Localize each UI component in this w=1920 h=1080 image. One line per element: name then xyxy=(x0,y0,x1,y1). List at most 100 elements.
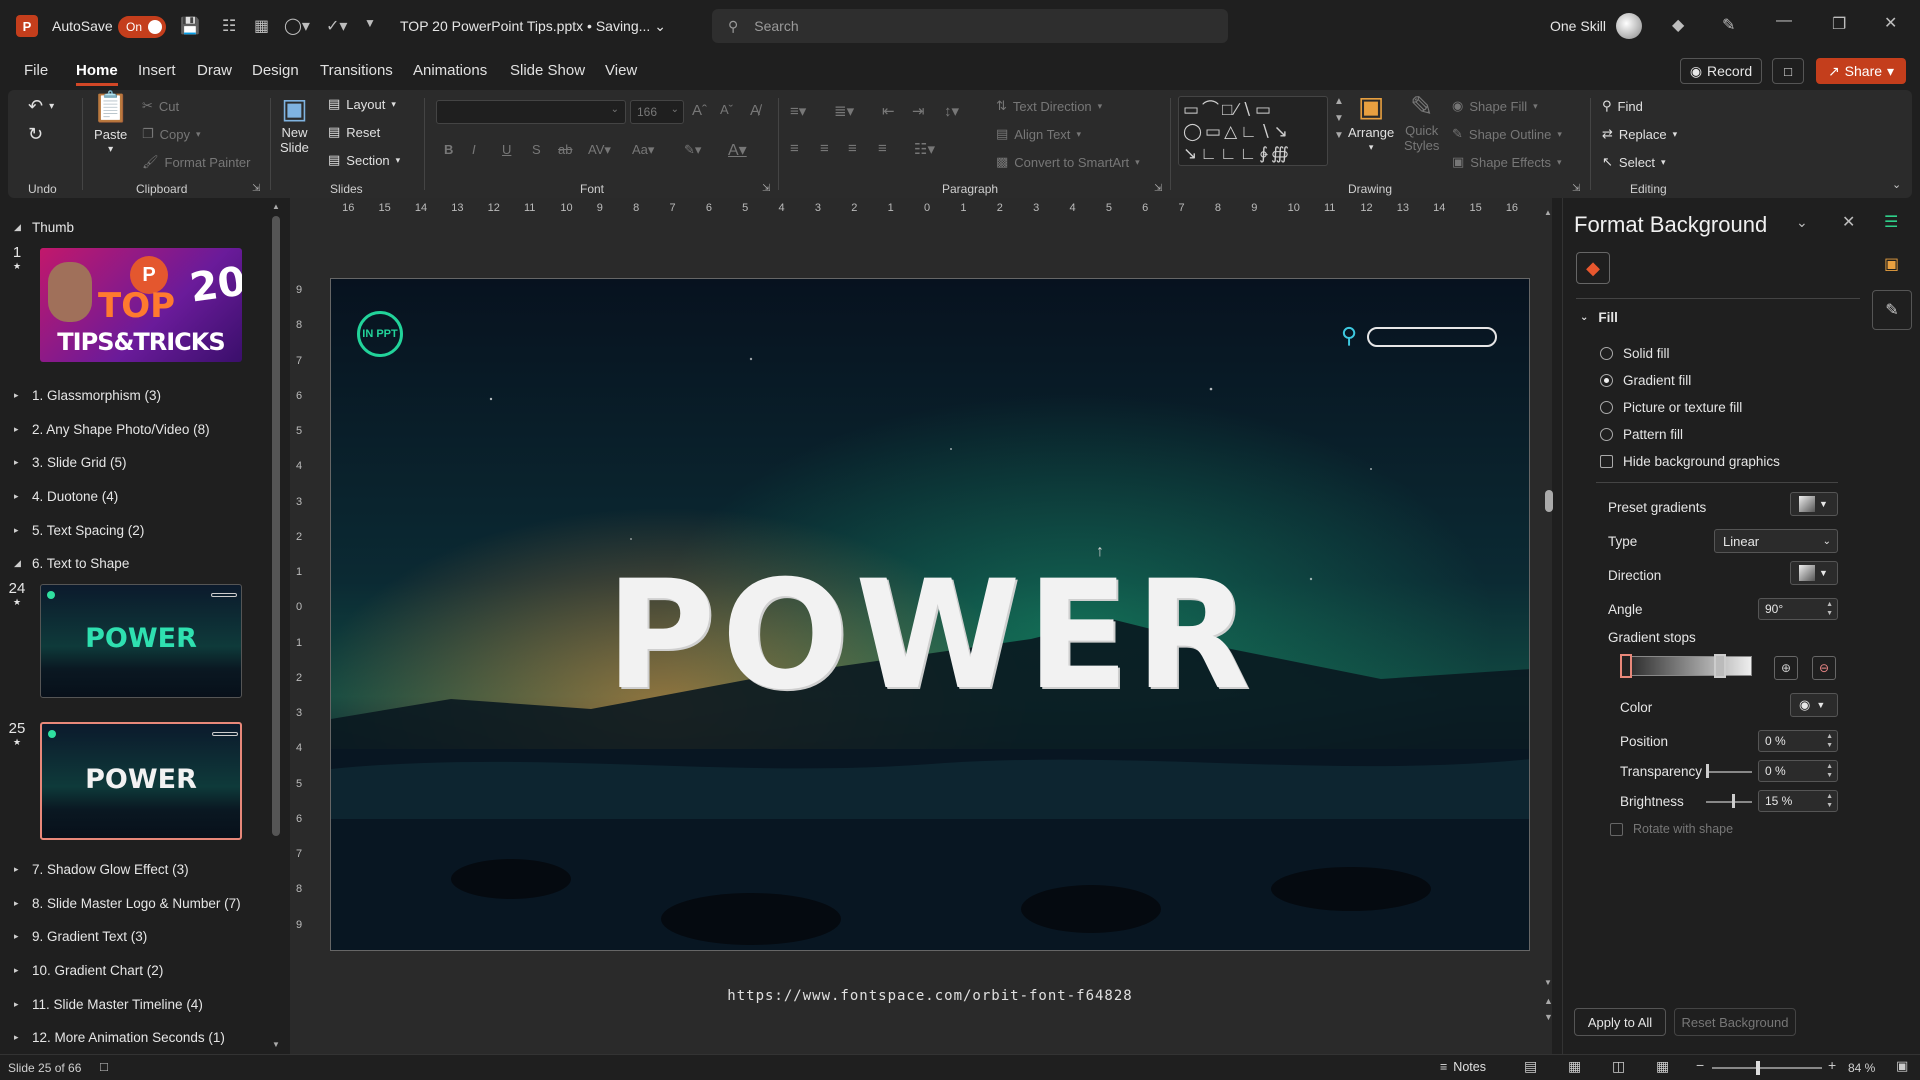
avatar[interactable] xyxy=(1616,13,1642,39)
shadow-icon[interactable]: S xyxy=(532,142,541,157)
reset-background-button[interactable]: Reset Background xyxy=(1674,1008,1796,1036)
add-gradient-stop-icon[interactable]: ⊕ xyxy=(1774,656,1798,680)
section-item-6[interactable]: ◢ 6. Text to Shape xyxy=(14,556,129,571)
spinner-arrows-icon[interactable]: ▲ ▼ xyxy=(1826,762,1833,780)
tab-file[interactable]: File xyxy=(24,62,48,79)
tab-animations[interactable]: Animations xyxy=(413,62,487,79)
section-item-8[interactable]: ▸ 8. Slide Master Logo & Number (7) xyxy=(14,896,241,911)
customize-qat-icon[interactable]: ▼ xyxy=(364,16,376,30)
search-input[interactable]: ⚲ Search xyxy=(712,9,1228,43)
scroll-up-icon[interactable]: ▲ xyxy=(1544,208,1552,217)
direction-dropdown[interactable]: ▼ xyxy=(1790,561,1838,585)
diamond-icon[interactable]: ◆ xyxy=(1672,15,1684,35)
share-button[interactable]: ↗ Share ▾ xyxy=(1816,58,1906,84)
section-item-9[interactable]: ▸ 9. Gradient Text (3) xyxy=(14,929,147,944)
section-item-11[interactable]: ▸ 11. Slide Master Timeline (4) xyxy=(14,997,203,1012)
arrange-button[interactable]: ▣ Arrange ▾ xyxy=(1348,90,1394,153)
highlight-icon[interactable]: ✎▾ xyxy=(684,142,701,158)
dialog-launcher-icon[interactable]: ⇲ xyxy=(1154,183,1162,194)
select-button[interactable]: ↖ Select ▾ xyxy=(1602,154,1666,170)
brightness-slider-handle[interactable] xyxy=(1732,794,1735,808)
format-painter-button[interactable]: 🖌 Format Painter xyxy=(142,154,251,170)
scrollbar-thumb[interactable] xyxy=(1545,490,1553,512)
canvas-scrollbar[interactable]: ▲ ▼ ▲ ▼ xyxy=(1544,206,1554,1036)
zoom-out-icon[interactable]: − xyxy=(1696,1057,1704,1073)
transparency-slider[interactable] xyxy=(1706,771,1752,773)
font-color-icon[interactable]: A▾ xyxy=(728,140,747,160)
comments-button[interactable]: □ xyxy=(1772,58,1804,84)
section-item-4[interactable]: ▸ 4. Duotone (4) xyxy=(14,489,118,504)
radio-button[interactable] xyxy=(1600,374,1613,387)
reset-button[interactable]: ▤ Reset xyxy=(328,124,380,140)
gradient-type-dropdown[interactable]: Linear ⌄ xyxy=(1714,529,1838,553)
tab-slide-show[interactable]: Slide Show xyxy=(510,62,585,79)
accessibility-icon[interactable]: □ xyxy=(100,1059,108,1074)
section-item-2[interactable]: ▸ 2. Any Shape Photo/Video (8) xyxy=(14,422,210,437)
fill-section-header[interactable]: ⌄ Fill xyxy=(1580,310,1618,325)
text-direction-button[interactable]: ⇅ Text Direction ▾ xyxy=(996,98,1102,114)
spinner-arrows-icon[interactable]: ▲ ▼ xyxy=(1826,732,1833,750)
reading-view-icon[interactable]: ◫ xyxy=(1612,1058,1625,1075)
rotate-with-shape-option[interactable]: Rotate with shape xyxy=(1610,822,1733,836)
spinner-arrows-icon[interactable]: ▲ ▼ xyxy=(1826,600,1833,618)
zoom-slider-handle[interactable] xyxy=(1756,1061,1760,1075)
justify-icon[interactable]: ≡ xyxy=(878,140,887,157)
slideshow-icon[interactable]: ▦ xyxy=(1656,1058,1669,1075)
redo-button[interactable]: ↻ xyxy=(28,124,43,145)
theme-icon[interactable]: ◯▾ xyxy=(284,16,310,36)
previous-slide-icon[interactable]: ▲ xyxy=(1544,996,1553,1006)
radio-button[interactable] xyxy=(1600,401,1613,414)
align-right-icon[interactable]: ≡ xyxy=(848,140,857,157)
chevron-down-icon[interactable]: ⌄ xyxy=(1796,214,1808,231)
font-name-input[interactable]: ⌄ xyxy=(436,100,626,124)
checkbox[interactable] xyxy=(1600,455,1613,468)
tab-transitions[interactable]: Transitions xyxy=(320,62,393,79)
dialog-launcher-icon[interactable]: ⇲ xyxy=(252,183,260,194)
copy-button[interactable]: ❐ Copy ▾ xyxy=(142,126,201,142)
scroll-up-icon[interactable]: ▲ xyxy=(272,202,280,211)
solid-fill-option[interactable]: Solid fill xyxy=(1600,346,1670,361)
checkbox[interactable] xyxy=(1610,822,1623,836)
layout-icon[interactable]: ▦ xyxy=(254,16,269,36)
columns-icon[interactable]: ☷▾ xyxy=(914,140,935,158)
next-slide-icon[interactable]: ▼ xyxy=(1544,1012,1553,1022)
bold-icon[interactable]: B xyxy=(444,142,453,157)
slide-thumbnail-1[interactable]: P TOP 20 TIPS&TRICKS xyxy=(40,248,242,362)
gallery-scroll[interactable]: ▲ ▼ ▼ xyxy=(1334,96,1344,141)
cut-button[interactable]: ✂ Cut xyxy=(142,98,179,114)
align-center-icon[interactable]: ≡ xyxy=(820,140,829,157)
format-pane-icon[interactable]: ✎ xyxy=(1872,290,1912,330)
section-item-12[interactable]: ▸ 12. More Animation Seconds (1) xyxy=(14,1030,225,1045)
transparency-slider-handle[interactable] xyxy=(1706,764,1709,778)
font-size-input[interactable]: 166 ⌄ xyxy=(630,100,684,124)
strikethrough-icon[interactable]: ab xyxy=(558,142,572,157)
shape-fill-button[interactable]: ◉ Shape Fill ▾ xyxy=(1452,98,1538,114)
section-button[interactable]: ▤ Section ▾ xyxy=(328,152,400,168)
tab-insert[interactable]: Insert xyxy=(138,62,176,79)
headline-text[interactable]: POWER xyxy=(331,549,1529,723)
autosave-toggle[interactable]: On xyxy=(118,16,166,38)
thumbnail-scrollbar[interactable]: ▲ ▼ xyxy=(272,202,280,1049)
close-icon[interactable]: ✕ xyxy=(1884,13,1897,33)
italic-icon[interactable]: I xyxy=(472,142,476,157)
format-icon[interactable]: ✓▾ xyxy=(326,16,347,36)
slide[interactable]: IN PPT ⚲ POWER ↑ xyxy=(330,278,1530,951)
pen-icon[interactable]: ✎ xyxy=(1722,15,1735,35)
slide-thumbnail-24[interactable]: POWER xyxy=(40,584,242,698)
slide-thumbnail-25[interactable]: POWER xyxy=(40,722,242,840)
section-header-thumb[interactable]: ◢ Thumb xyxy=(14,220,74,235)
designer-icon[interactable]: ☰ xyxy=(1884,212,1898,232)
apply-to-all-button[interactable]: Apply to All xyxy=(1574,1008,1666,1036)
increase-indent-icon[interactable]: ⇥ xyxy=(912,102,925,120)
dialog-launcher-icon[interactable]: ⇲ xyxy=(1572,183,1580,194)
zoom-level[interactable]: 84 % xyxy=(1848,1061,1875,1075)
gradient-stop-2[interactable] xyxy=(1714,654,1726,678)
document-title[interactable]: TOP 20 PowerPoint Tips.pptx • Saving... … xyxy=(400,18,666,35)
dialog-launcher-icon[interactable]: ⇲ xyxy=(762,183,770,194)
save-icon[interactable]: 💾 xyxy=(180,16,200,36)
collapse-ribbon-icon[interactable]: ⌄ xyxy=(1892,178,1901,191)
new-slide-button[interactable]: ▣ New Slide xyxy=(280,92,309,155)
change-case-icon[interactable]: Aa▾ xyxy=(632,142,654,158)
brightness-input[interactable]: 15 % ▲ ▼ xyxy=(1758,790,1838,812)
account-name[interactable]: One Skill xyxy=(1550,18,1606,34)
